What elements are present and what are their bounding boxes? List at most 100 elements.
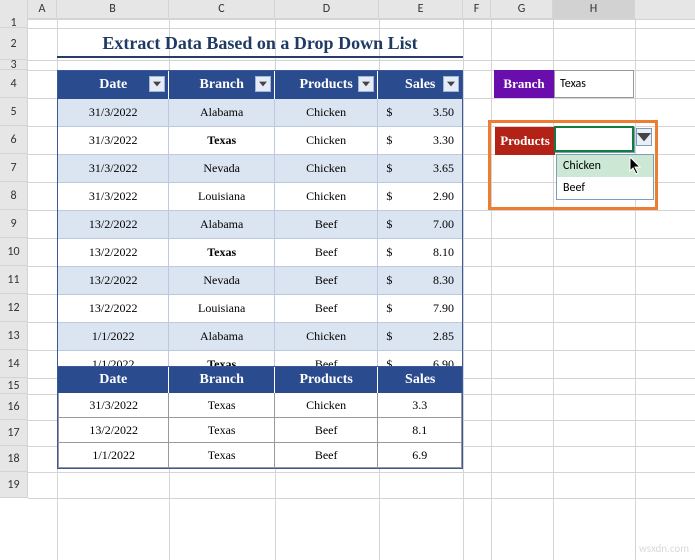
header-branch[interactable]: Branch <box>169 71 274 99</box>
col-header-A[interactable]: A <box>28 0 57 19</box>
result-header-products[interactable]: Products <box>275 367 378 393</box>
cell-branch[interactable]: Alabama <box>169 211 274 239</box>
cell-sales[interactable]: $3.50 <box>378 99 462 127</box>
row-header-8[interactable]: 8 <box>0 182 28 210</box>
table-row[interactable]: 31/3/2022LouisianaChicken$2.90 <box>58 183 462 211</box>
row-header-12[interactable]: 12 <box>0 294 28 322</box>
row-header-9[interactable]: 9 <box>0 210 28 238</box>
cell-product[interactable]: Chicken <box>275 323 378 351</box>
cell-branch[interactable]: Texas <box>169 127 274 155</box>
table-row[interactable]: 31/3/2022NevadaChicken$3.65 <box>58 155 462 183</box>
result-header-branch[interactable]: Branch <box>169 367 274 393</box>
cell-date[interactable]: 13/2/2022 <box>58 211 169 239</box>
col-header-C[interactable]: C <box>169 0 275 19</box>
cell-branch[interactable]: Texas <box>169 393 274 418</box>
row-header-19[interactable]: 19 <box>0 472 28 498</box>
row-header-2[interactable]: 2 <box>0 28 28 60</box>
row-header-3[interactable]: 3 <box>0 60 28 70</box>
cell-sales[interactable]: 3.3 <box>378 393 462 418</box>
cell-branch[interactable]: Alabama <box>169 99 274 127</box>
cell-sales[interactable]: $2.90 <box>378 183 462 211</box>
header-sales[interactable]: Sales <box>378 71 462 99</box>
table-row[interactable]: 1/1/2022AlabamaChicken$2.85 <box>58 323 462 351</box>
result-row[interactable]: 13/2/2022TexasBeef8.1 <box>58 418 462 443</box>
cell-branch[interactable]: Alabama <box>169 323 274 351</box>
cell-date[interactable]: 13/2/2022 <box>58 239 169 267</box>
filter-dropdown-icon[interactable] <box>358 76 374 92</box>
result-row[interactable]: 31/3/2022TexasChicken3.3 <box>58 393 462 418</box>
cell-branch[interactable]: Texas <box>169 239 274 267</box>
cell-sales[interactable]: $2.85 <box>378 323 462 351</box>
cell-product[interactable]: Beef <box>275 211 378 239</box>
header-products[interactable]: Products <box>275 71 378 99</box>
cell-sales[interactable]: $8.10 <box>378 239 462 267</box>
col-header-H[interactable]: H <box>553 0 635 19</box>
dropdown-option[interactable]: Beef <box>557 177 653 199</box>
cell-date[interactable]: 1/1/2022 <box>58 443 169 468</box>
col-header-B[interactable]: B <box>57 0 169 19</box>
cell-product[interactable]: Beef <box>275 295 378 323</box>
dropdown-button[interactable] <box>636 128 652 146</box>
row-header-14[interactable]: 14 <box>0 350 28 378</box>
filter-dropdown-icon[interactable] <box>149 76 165 92</box>
cell-product[interactable]: Beef <box>275 267 378 295</box>
header-date[interactable]: Date <box>58 71 169 99</box>
cell-product[interactable]: Chicken <box>275 127 378 155</box>
row-header-1[interactable]: 1 <box>0 18 28 28</box>
col-header-D[interactable]: D <box>275 0 379 19</box>
cell-product[interactable]: Chicken <box>275 393 378 418</box>
col-header-G[interactable]: G <box>491 0 553 19</box>
cell-sales[interactable]: $3.65 <box>378 155 462 183</box>
result-header-date[interactable]: Date <box>58 367 169 393</box>
cell-date[interactable]: 31/3/2022 <box>58 183 169 211</box>
cell-date[interactable]: 13/2/2022 <box>58 418 169 443</box>
filter-dropdown-icon[interactable] <box>255 76 271 92</box>
cell-sales[interactable]: 8.1 <box>378 418 462 443</box>
table-row[interactable]: 13/2/2022TexasBeef$8.10 <box>58 239 462 267</box>
result-header-sales[interactable]: Sales <box>378 367 462 393</box>
table-row[interactable]: 31/3/2022AlabamaChicken$3.50 <box>58 99 462 127</box>
cell-sales[interactable]: $8.30 <box>378 267 462 295</box>
cell-date[interactable]: 1/1/2022 <box>58 323 169 351</box>
row-header-6[interactable]: 6 <box>0 126 28 154</box>
cell-date[interactable]: 31/3/2022 <box>58 99 169 127</box>
row-header-13[interactable]: 13 <box>0 322 28 350</box>
cell-branch[interactable]: Nevada <box>169 155 274 183</box>
row-header-15[interactable]: 15 <box>0 378 28 394</box>
cell-date[interactable]: 31/3/2022 <box>58 127 169 155</box>
cell-product[interactable]: Chicken <box>275 155 378 183</box>
col-header-E[interactable]: E <box>379 0 463 19</box>
row-header-4[interactable]: 4 <box>0 70 28 98</box>
cell-date[interactable]: 13/2/2022 <box>58 267 169 295</box>
cell-sales[interactable]: $7.00 <box>378 211 462 239</box>
table-row[interactable]: 31/3/2022TexasChicken$3.30 <box>58 127 462 155</box>
table-row[interactable]: 13/2/2022AlabamaBeef$7.00 <box>58 211 462 239</box>
cell-sales[interactable]: $7.90 <box>378 295 462 323</box>
cell-product[interactable]: Beef <box>275 418 378 443</box>
dropdown-option[interactable]: Chicken <box>557 155 653 177</box>
cell-product[interactable]: Chicken <box>275 99 378 127</box>
row-header-11[interactable]: 11 <box>0 266 28 294</box>
branch-filter-value[interactable]: Texas <box>554 70 634 98</box>
row-header-17[interactable]: 17 <box>0 420 28 446</box>
cell-branch[interactable]: Louisiana <box>169 183 274 211</box>
cell-branch[interactable]: Texas <box>169 443 274 468</box>
table-row[interactable]: 13/2/2022LouisianaBeef$7.90 <box>58 295 462 323</box>
filter-dropdown-icon[interactable] <box>443 76 459 92</box>
cell-sales[interactable]: $3.30 <box>378 127 462 155</box>
cell-product[interactable]: Chicken <box>275 183 378 211</box>
products-dropdown-list[interactable]: ChickenBeef <box>556 154 654 200</box>
row-header-5[interactable]: 5 <box>0 98 28 126</box>
row-header-18[interactable]: 18 <box>0 446 28 472</box>
cell-product[interactable]: Beef <box>275 239 378 267</box>
cell-date[interactable]: 31/3/2022 <box>58 155 169 183</box>
cell-date[interactable]: 31/3/2022 <box>58 393 169 418</box>
col-header-F[interactable]: F <box>463 0 491 19</box>
cell-date[interactable]: 13/2/2022 <box>58 295 169 323</box>
table-row[interactable]: 13/2/2022NevadaBeef$8.30 <box>58 267 462 295</box>
cell-branch[interactable]: Texas <box>169 418 274 443</box>
cell-sales[interactable]: 6.9 <box>378 443 462 468</box>
cell-product[interactable]: Beef <box>275 443 378 468</box>
row-header-7[interactable]: 7 <box>0 154 28 182</box>
row-header-16[interactable]: 16 <box>0 394 28 420</box>
